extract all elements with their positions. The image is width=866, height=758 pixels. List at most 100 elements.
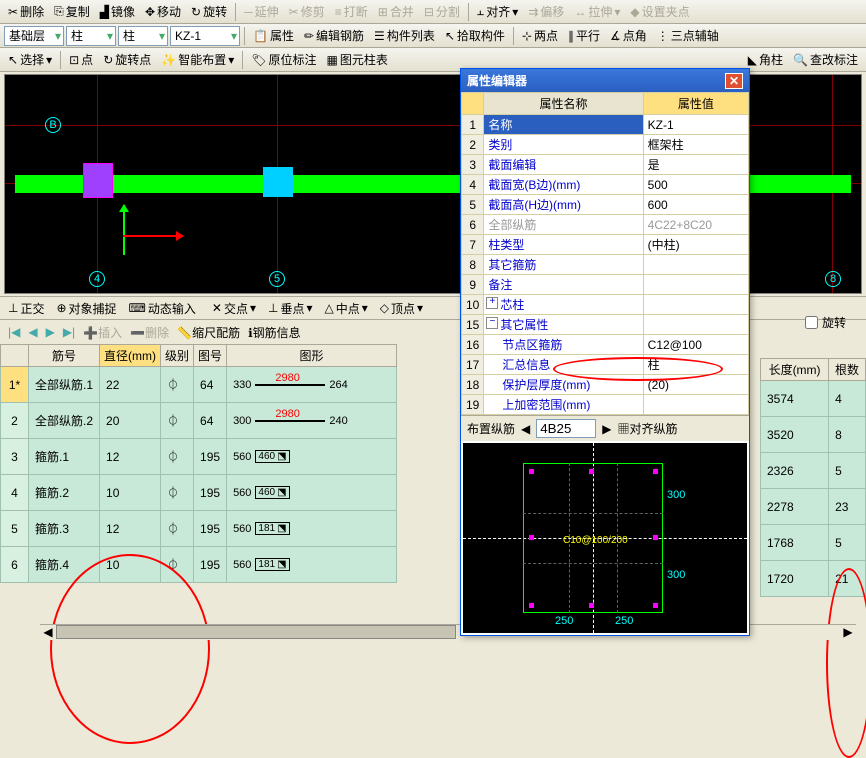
- scale-button[interactable]: 📏缩尺配筋: [177, 324, 240, 341]
- nav-prev[interactable]: ◀: [28, 325, 37, 339]
- toolbar-edit: ✂删除 ⎘复制 ▟镜像 ✥移动 ↻旋转 ─延伸 ✂修剪 ≡打断 ⊞合并 ⊟分割 …: [0, 0, 866, 24]
- property-row[interactable]: 17 汇总信息 柱: [462, 355, 749, 375]
- mid-snap[interactable]: △中点▾: [321, 298, 372, 319]
- ortho-toggle[interactable]: ⊥正交: [4, 298, 48, 319]
- property-row[interactable]: 15 其它属性: [462, 315, 749, 335]
- align-button[interactable]: ⫠对齐▾: [473, 1, 522, 22]
- col-length[interactable]: 长度(mm): [761, 359, 829, 381]
- type1-dropdown[interactable]: 柱: [66, 26, 116, 46]
- property-row[interactable]: 10 芯柱: [462, 295, 749, 315]
- axis-label-4: 4: [89, 271, 105, 287]
- property-row[interactable]: 5 截面高(H边)(mm) 600: [462, 195, 749, 215]
- property-editor-window[interactable]: 属性编辑器 ✕ 属性名称 属性值 1 名称 KZ-12 类别 框架柱3 截面编辑…: [460, 68, 750, 636]
- layer-dropdown[interactable]: 基础层: [4, 26, 64, 46]
- anglecol-button[interactable]: ◣角柱: [744, 49, 787, 70]
- setgrip-button: ◆设置夹点: [626, 1, 693, 22]
- property-row[interactable]: 2 类别 框架柱: [462, 135, 749, 155]
- property-row[interactable]: 1 名称 KZ-1: [462, 115, 749, 135]
- perp-snap[interactable]: ⊥垂点▾: [264, 298, 317, 319]
- col-id[interactable]: 筋号: [29, 345, 100, 367]
- osnap-toggle[interactable]: ⊕对象捕捉: [52, 298, 120, 319]
- intersect-snap[interactable]: ✕交点▾: [208, 298, 260, 319]
- layout-prev[interactable]: ◀: [521, 422, 530, 436]
- parallel-button[interactable]: ∥平行: [564, 25, 604, 46]
- property-editor-title: 属性编辑器: [467, 72, 527, 89]
- threepoint-button[interactable]: ⋮三点辅轴: [653, 25, 723, 46]
- table-row[interactable]: 3 箍筋.112⏀195560460⬔: [1, 439, 397, 475]
- dyninput-toggle[interactable]: ⌨动态输入: [125, 298, 200, 319]
- pick-button[interactable]: ↖拾取构件: [441, 25, 509, 46]
- point-button[interactable]: ⊡点: [65, 49, 97, 70]
- layout-label: 布置纵筋: [467, 420, 515, 437]
- layout-next[interactable]: ▶: [602, 422, 611, 436]
- property-row[interactable]: 18 保护层厚度(mm) (20): [462, 375, 749, 395]
- rotpoint-button[interactable]: ↻旋转点: [99, 49, 155, 70]
- table-row[interactable]: 17685: [761, 525, 866, 561]
- grid-right-columns: 长度(mm) 根数 357443520823265227823176851720…: [760, 358, 866, 597]
- list-button[interactable]: ☰构件列表: [370, 25, 439, 46]
- code-dropdown[interactable]: KZ-1: [170, 26, 240, 46]
- table-row[interactable]: 35744: [761, 381, 866, 417]
- table-row[interactable]: 227823: [761, 489, 866, 525]
- col-count[interactable]: 根数: [829, 359, 866, 381]
- nav-last[interactable]: ▶|: [63, 325, 75, 339]
- close-icon[interactable]: ✕: [725, 73, 743, 89]
- section-preview[interactable]: 250 250 300 300 C10@100/200: [463, 443, 747, 633]
- property-row[interactable]: 8 其它箍筋: [462, 255, 749, 275]
- table-row[interactable]: 6 箍筋.410⏀195560181⬔: [1, 547, 397, 583]
- select-button[interactable]: ↖选择▾: [4, 49, 56, 70]
- props-button[interactable]: 📋属性: [249, 25, 298, 46]
- editrebar-button[interactable]: ✏编辑钢筋: [300, 25, 368, 46]
- table-row[interactable]: 5 箍筋.312⏀195560181⬔: [1, 511, 397, 547]
- table-row[interactable]: 2 全部纵筋.220⏀643002980240: [1, 403, 397, 439]
- move-button[interactable]: ✥移动: [141, 1, 185, 22]
- type2-dropdown[interactable]: 柱: [118, 26, 168, 46]
- prop-col-value: 属性值: [643, 93, 748, 115]
- origlabel-button[interactable]: 🏷原位标注: [247, 49, 320, 70]
- property-row[interactable]: 7 柱类型 (中柱): [462, 235, 749, 255]
- table-row[interactable]: 172021: [761, 561, 866, 597]
- col-shape[interactable]: 图形: [227, 345, 397, 367]
- twopoint-button[interactable]: ⊹两点: [518, 25, 562, 46]
- nav-first[interactable]: |◀: [8, 325, 20, 339]
- merge-button: ⊞合并: [374, 1, 418, 22]
- property-row[interactable]: 19 上加密范围(mm): [462, 395, 749, 415]
- property-row[interactable]: 3 截面编辑 是: [462, 155, 749, 175]
- trim-button: ✂修剪: [285, 1, 329, 22]
- break-button: ≡打断: [331, 1, 372, 22]
- layout-value-input[interactable]: [536, 419, 596, 438]
- rotate-button[interactable]: ↻旋转: [187, 1, 231, 22]
- toolbar-component: 基础层 柱 柱 KZ-1 📋属性 ✏编辑钢筋 ☰构件列表 ↖拾取构件 ⊹两点 ∥…: [0, 24, 866, 48]
- property-row[interactable]: 16 节点区箍筋 C12@100: [462, 335, 749, 355]
- pointangle-button[interactable]: ∡点角: [606, 25, 651, 46]
- nav-next[interactable]: ▶: [46, 325, 55, 339]
- property-row[interactable]: 6 全部纵筋 4C22+8C20: [462, 215, 749, 235]
- axis-label-8: 8: [825, 271, 841, 287]
- split-button: ⊟分割: [420, 1, 464, 22]
- col-grade[interactable]: 级别: [161, 345, 194, 367]
- rotate-checkbox[interactable]: 旋转: [805, 314, 846, 331]
- modlabel-button[interactable]: 🔍查改标注: [789, 49, 862, 70]
- property-editor-titlebar[interactable]: 属性编辑器 ✕: [461, 69, 749, 92]
- offset-button: ⇉偏移: [524, 1, 568, 22]
- extend-button: ─延伸: [240, 1, 283, 22]
- smart-button[interactable]: ✨智能布置▾: [157, 49, 238, 70]
- property-row[interactable]: 4 截面宽(B边)(mm) 500: [462, 175, 749, 195]
- property-row[interactable]: 9 备注: [462, 275, 749, 295]
- col-drawing[interactable]: 图号: [194, 345, 227, 367]
- apex-snap[interactable]: ◇顶点▾: [376, 298, 427, 319]
- delete-button[interactable]: ✂删除: [4, 1, 48, 22]
- drawcol-button[interactable]: ▦图元柱表: [323, 49, 392, 70]
- table-row[interactable]: 4 箍筋.210⏀195560460⬔: [1, 475, 397, 511]
- table-row[interactable]: 35208: [761, 417, 866, 453]
- copy-button[interactable]: ⎘复制: [50, 1, 94, 22]
- align-rebar-button[interactable]: ▦对齐纵筋: [617, 420, 677, 437]
- rebar-info-button[interactable]: ℹ钢筋信息: [248, 324, 301, 341]
- prop-col-name: 属性名称: [484, 93, 643, 115]
- col-dia[interactable]: 直径(mm): [100, 345, 161, 367]
- table-row[interactable]: 1* 全部纵筋.122⏀643302980264: [1, 367, 397, 403]
- table-row[interactable]: 23265: [761, 453, 866, 489]
- layout-rebar-bar: 布置纵筋 ◀ ▶ ▦对齐纵筋: [461, 415, 749, 441]
- stretch-button: ↔拉伸▾: [570, 1, 624, 22]
- mirror-button[interactable]: ▟镜像: [96, 1, 139, 22]
